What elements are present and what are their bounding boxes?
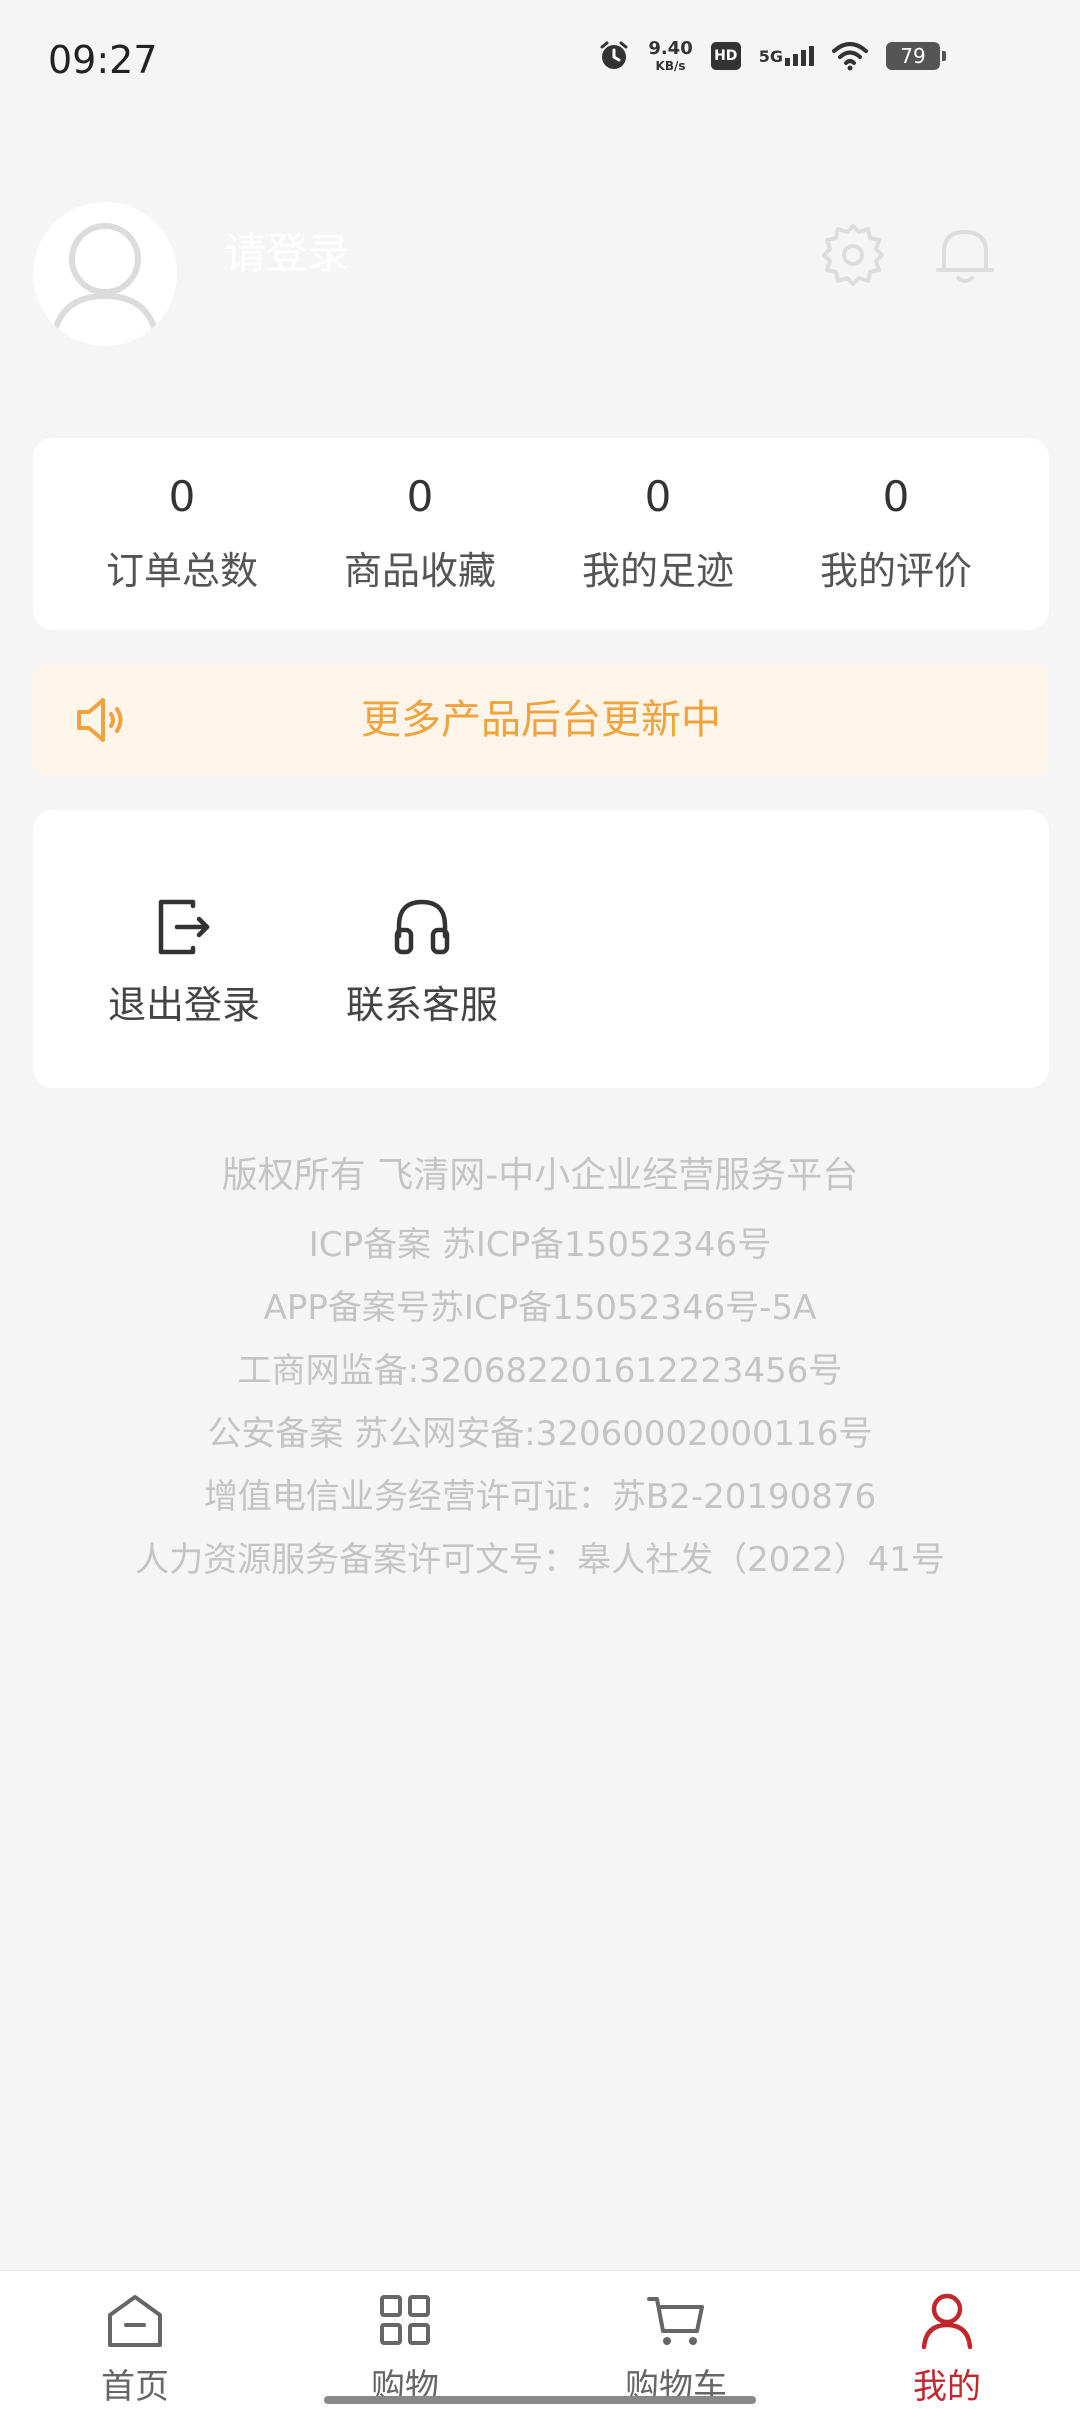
- login-prompt[interactable]: 请登录: [224, 220, 350, 281]
- stat-history[interactable]: 0 我的足迹: [539, 438, 777, 630]
- cart-icon: [647, 2297, 704, 2345]
- stat-label: 我的评价: [819, 549, 972, 593]
- stat-label: 我的足迹: [581, 549, 734, 593]
- stat-label: 商品收藏: [343, 549, 496, 593]
- profile-header: 请登录: [0, 190, 1080, 370]
- stat-favorites[interactable]: 0 商品收藏: [301, 438, 539, 630]
- battery-indicator: 79: [886, 42, 946, 70]
- nav-label: 首页: [101, 2367, 169, 2407]
- stat-label: 订单总数: [105, 549, 258, 593]
- hr-license-line: 人力资源服务备案许可文号：皋人社发（2022）41号: [135, 1540, 945, 1580]
- actions-card: 退出登录 联系客服: [33, 810, 1049, 1088]
- nav-label: 我的: [913, 2367, 981, 2407]
- app-record-line: APP备案号苏ICP备15052346号-5A: [263, 1288, 817, 1328]
- telecom-license-line: 增值电信业务经营许可证：苏B2-20190876: [203, 1477, 877, 1517]
- gear-icon[interactable]: [818, 220, 888, 290]
- signal-5g: 5G: [759, 46, 814, 66]
- stat-orders[interactable]: 0 订单总数: [63, 438, 301, 630]
- contact-service-label: 联系客服: [345, 983, 498, 1027]
- stat-reviews[interactable]: 0 我的评价: [777, 438, 1015, 630]
- home-indicator[interactable]: [324, 2396, 756, 2404]
- nav-item-home[interactable]: 首页: [35, 2289, 235, 2408]
- network-label: 5G: [758, 47, 783, 66]
- logout-icon: [158, 899, 210, 955]
- net-speed-value: 9.40: [648, 38, 693, 59]
- bell-icon[interactable]: [930, 220, 1000, 290]
- grid-icon: [380, 2295, 430, 2345]
- stats-card: 0 订单总数 0 商品收藏 0 我的足迹 0 我的评价: [33, 438, 1049, 630]
- home-icon: [108, 2295, 162, 2347]
- headset-icon: [394, 899, 450, 955]
- user-icon: [921, 2293, 973, 2350]
- nav-item-cart[interactable]: 购物车: [576, 2289, 776, 2408]
- stat-value: 0: [882, 472, 910, 521]
- stat-value: 0: [406, 472, 434, 521]
- notice-bar[interactable]: 更多产品后台更新中: [33, 664, 1049, 776]
- notice-text: 更多产品后台更新中: [361, 697, 721, 743]
- net-speed: 9.40 KB/s: [648, 38, 693, 73]
- stat-value: 0: [168, 472, 196, 521]
- contact-service-button[interactable]: 联系客服: [322, 894, 522, 1029]
- status-icons: 9.40 KB/s HD 5G 79: [598, 38, 946, 73]
- status-bar: 09:27 9.40 KB/s HD 5G 79: [0, 0, 1080, 120]
- nav-item-shop[interactable]: 购物: [305, 2289, 505, 2408]
- net-speed-unit: KB/s: [655, 59, 686, 73]
- business-record-line: 工商网监备:320682201612223456号: [237, 1351, 843, 1391]
- footer-info: 版权所有 飞清网-中小企业经营服务平台 ICP备案 苏ICP备15052346号…: [0, 1148, 1080, 1592]
- signal-bars-icon: [785, 46, 814, 66]
- copyright-line: 版权所有 飞清网-中小企业经营服务平台: [221, 1155, 859, 1196]
- wifi-icon: [832, 42, 868, 71]
- nav-item-mine[interactable]: 我的: [847, 2289, 1047, 2408]
- hd-badge: HD: [710, 42, 741, 70]
- police-record-line: 公安备案 苏公网安备:32060002000116号: [207, 1414, 873, 1454]
- avatar[interactable]: [33, 202, 177, 346]
- icp-line: ICP备案 苏ICP备15052346号: [308, 1225, 772, 1265]
- speaker-icon: [77, 698, 123, 742]
- bottom-nav: 首页 购物 购物车 我的: [0, 2270, 1080, 2409]
- stat-value: 0: [644, 472, 672, 521]
- status-time: 09:27: [48, 38, 158, 82]
- logout-label: 退出登录: [107, 983, 260, 1027]
- logout-button[interactable]: 退出登录: [84, 894, 284, 1029]
- alarm-icon: [600, 41, 628, 69]
- default-avatar-icon: [52, 223, 158, 331]
